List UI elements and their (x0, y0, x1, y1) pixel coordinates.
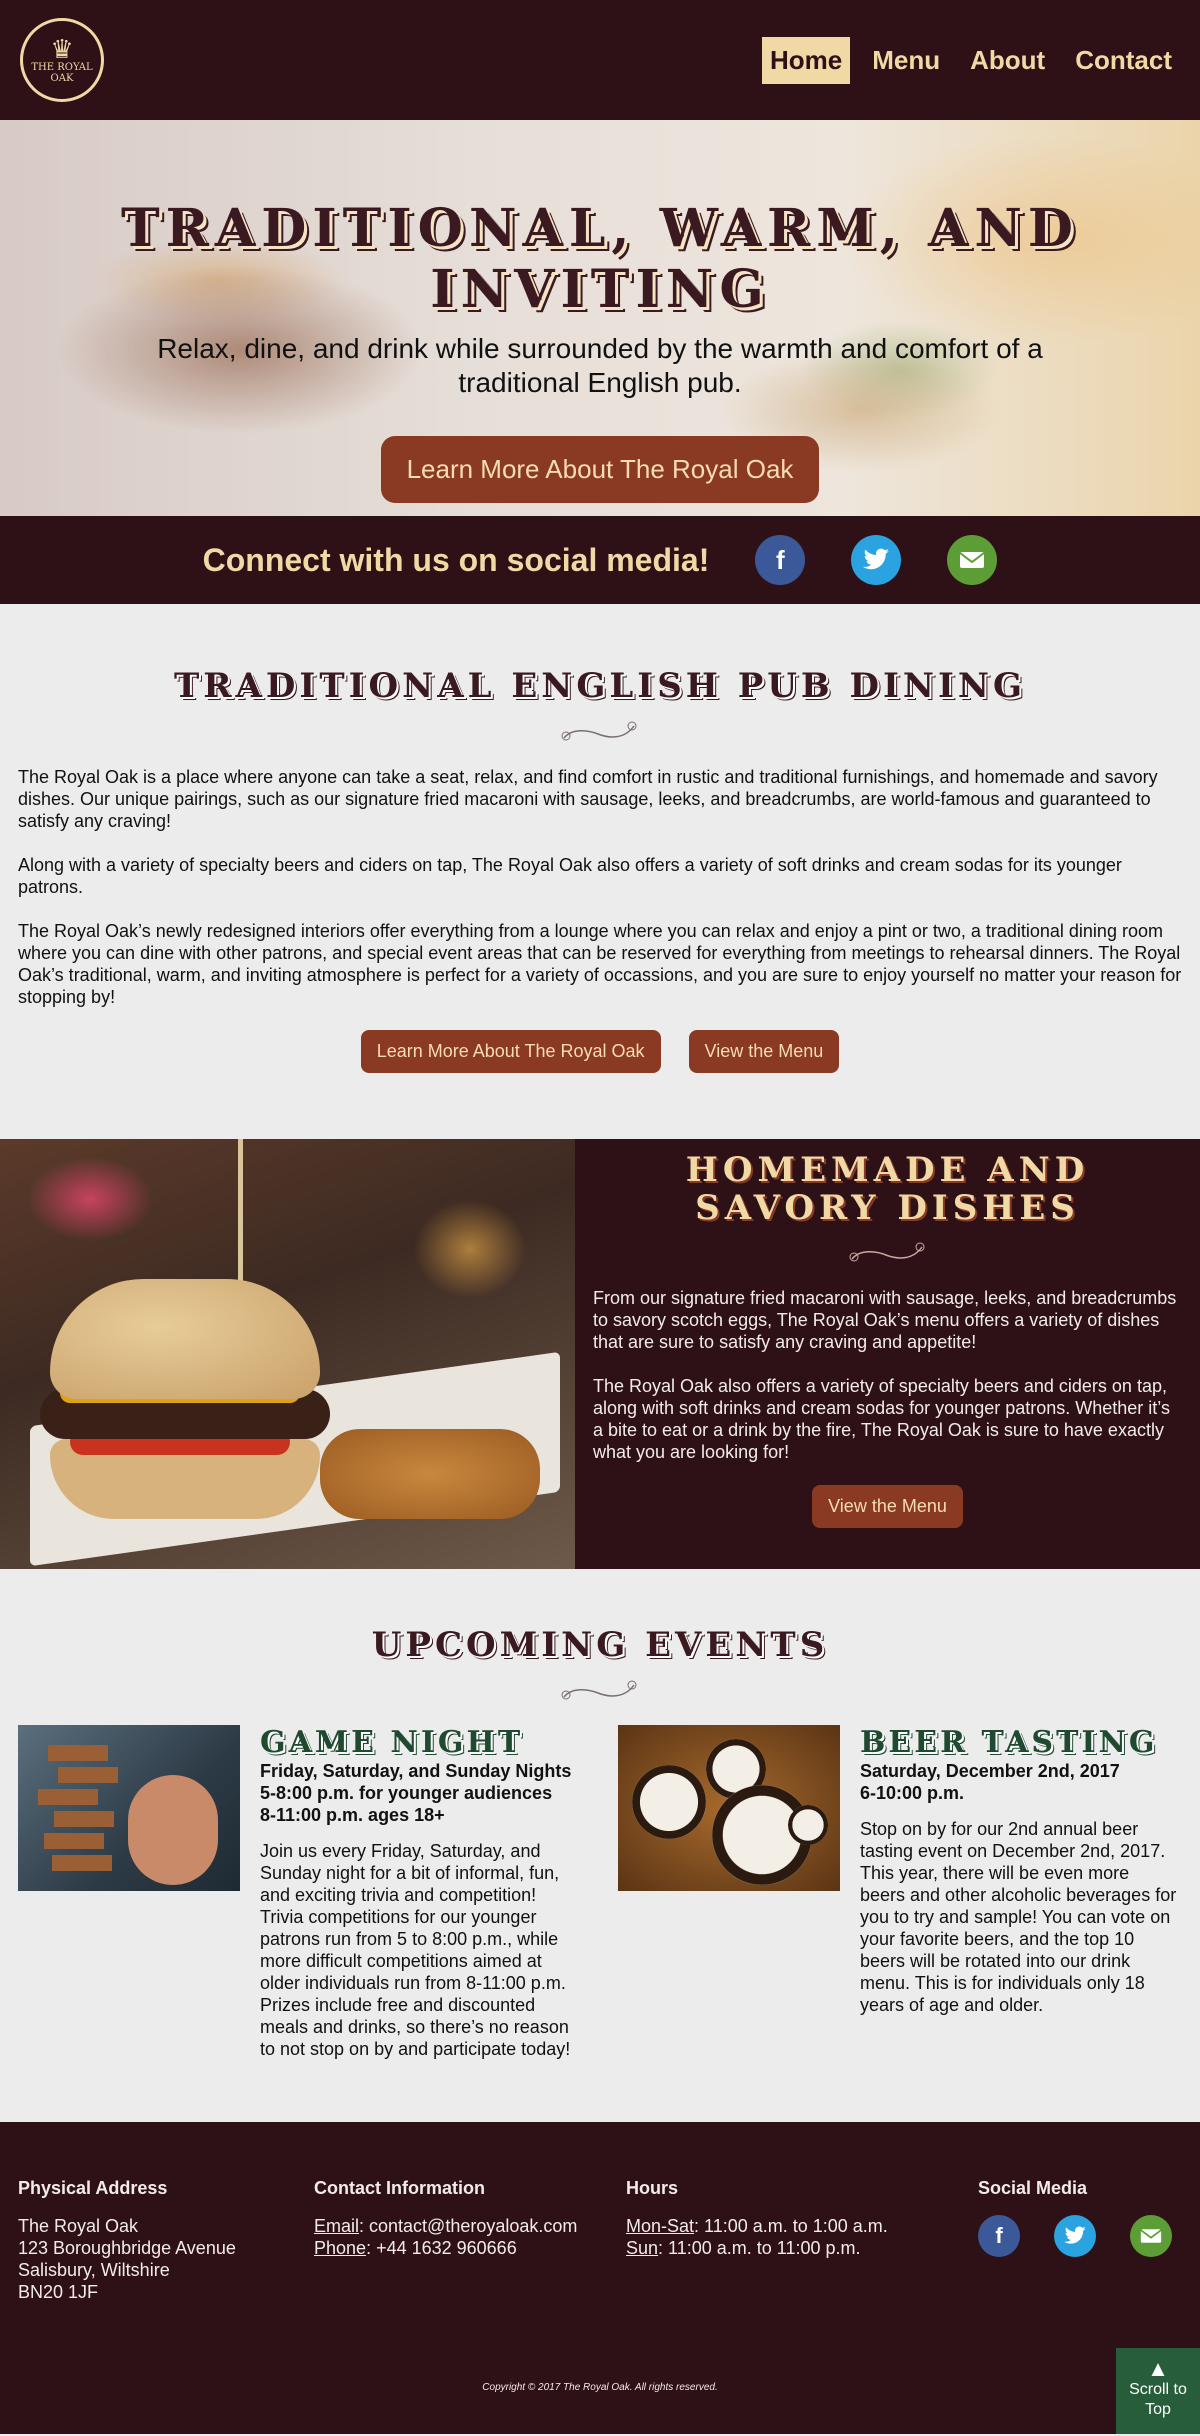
scroll-to-top-button[interactable]: ▲ Scroll to Top (1116, 2348, 1200, 2434)
hours-weekday-label: Mon-Sat (626, 2216, 695, 2236)
copyright-text: Copyright © 2017 The Royal Oak. All righ… (482, 2382, 718, 2393)
event-meta-line: Friday, Saturday, and Sunday Nights (260, 1761, 572, 1781)
event-meta-line: Saturday, December 2nd, 2017 (860, 1761, 1120, 1781)
event-meta-line: 6-10:00 p.m. (860, 1783, 965, 1803)
hours-weekday-value: : 11:00 a.m. to 1:00 a.m. (694, 2216, 888, 2236)
event-description: Join us every Friday, Saturday, and Sund… (260, 1841, 571, 2059)
feature-view-menu-button[interactable]: View the Menu (812, 1485, 963, 1528)
footer-social: Social Media f (978, 2178, 1172, 2303)
feature-section: Homemade and Savory Dishes From our sign… (0, 1139, 1200, 1569)
contact-phone: Phone: +44 1632 960666 (314, 2237, 626, 2259)
events-title: Upcoming Events (371, 1625, 829, 1665)
feature-paragraph-2: The Royal Oak also offers a variety of s… (593, 1376, 1170, 1462)
event-game-night: Game Night Friday, Saturday, and Sunday … (18, 1725, 578, 2060)
beer-tasting-photo (618, 1725, 840, 1891)
nav-menu[interactable]: Menu (864, 37, 948, 84)
crown-icon: ♛ (50, 34, 74, 64)
address-line: 123 Boroughbridge Avenue (18, 2238, 236, 2258)
intro-title: Traditional English Pub Dining (174, 666, 1026, 706)
address-line: The Royal Oak (18, 2216, 139, 2236)
event-title: Game Night (260, 1725, 524, 1760)
site-footer: Physical Address The Royal Oak 123 Borou… (0, 2122, 1200, 2434)
hero-subtitle: Relax, dine, and drink while surrounded … (157, 333, 1043, 398)
event-meta-line: 5-8:00 p.m. for younger audiences (260, 1783, 553, 1803)
nav-about[interactable]: About (962, 37, 1053, 84)
scroll-to-top-label: Scroll to Top (1129, 2381, 1187, 2418)
intro-paragraph-2: Along with a variety of specialty beers … (18, 855, 1122, 897)
facebook-icon[interactable]: f (978, 2215, 1020, 2257)
main-nav: Home Menu About Contact (761, 36, 1180, 84)
hero-title: Traditional, Warm, and Inviting (120, 198, 1079, 320)
hours-sunday-value: : 11:00 a.m. to 11:00 p.m. (658, 2238, 861, 2258)
twitter-icon[interactable] (1054, 2215, 1096, 2257)
footer-heading: Contact Information (314, 2178, 485, 2198)
phone-value: : +44 1632 960666 (366, 2238, 517, 2258)
hero-banner: Traditional, Warm, and Inviting Relax, d… (0, 120, 1200, 516)
intro-paragraph-3: The Royal Oak’s newly redesigned interio… (18, 921, 1182, 1007)
feature-title: Homemade and Savory Dishes (593, 1151, 1182, 1227)
events-section: Upcoming Events Game Night Friday, Satur… (0, 1569, 1200, 2122)
footer-heading: Hours (626, 2178, 679, 2198)
event-description: Stop on by for our 2nd annual beer tasti… (860, 1819, 1177, 2015)
footer-heading: Social Media (978, 2178, 1088, 2198)
event-meta-line: 8-11:00 p.m. ages 18+ (260, 1805, 445, 1825)
site-header: ♛ THE ROYAL OAK Home Menu About Contact (0, 0, 1200, 120)
footer-heading: Physical Address (18, 2178, 168, 2198)
feature-title-line1: Homemade and (685, 1150, 1090, 1190)
flourish-divider-icon (18, 720, 1182, 750)
hero-learn-more-button[interactable]: Learn More About The Royal Oak (380, 436, 820, 503)
footer-hours: Hours Mon-Sat: 11:00 a.m. to 1:00 a.m. S… (626, 2178, 978, 2303)
royal-oak-logo[interactable]: ♛ THE ROYAL OAK (20, 18, 104, 102)
twitter-icon[interactable] (851, 535, 902, 585)
event-title: Beer Tasting (860, 1725, 1158, 1760)
flourish-divider-icon (593, 1241, 1182, 1271)
intro-view-menu-button[interactable]: View the Menu (688, 1030, 840, 1073)
email-icon[interactable] (947, 535, 998, 585)
footer-contact: Contact Information Email: contact@thero… (314, 2178, 626, 2303)
hours-sunday: Sun: 11:00 a.m. to 11:00 p.m. (626, 2237, 978, 2259)
footer-address: Physical Address The Royal Oak 123 Borou… (18, 2178, 314, 2303)
social-bar: Connect with us on social media! f (0, 516, 1200, 604)
up-arrow-icon: ▲ (1147, 2356, 1169, 2381)
logo-text-line2: OAK (50, 73, 74, 84)
email-link[interactable]: Email (314, 2216, 359, 2236)
email-icon[interactable] (1130, 2215, 1172, 2257)
nav-home[interactable]: Home (761, 36, 851, 84)
feature-title-line2: Savory Dishes (695, 1188, 1080, 1228)
facebook-icon[interactable]: f (755, 535, 806, 585)
intro-paragraph-1: The Royal Oak is a place where anyone ca… (18, 767, 1158, 831)
feature-paragraph-1: From our signature fried macaroni with s… (593, 1288, 1177, 1352)
nav-contact[interactable]: Contact (1067, 37, 1180, 84)
flourish-divider-icon (18, 1679, 1182, 1709)
intro-learn-more-button[interactable]: Learn More About The Royal Oak (360, 1030, 661, 1073)
address-line: Salisbury, Wiltshire (18, 2260, 170, 2280)
burger-photo (0, 1139, 575, 1569)
logo-text-line1: THE ROYAL (31, 62, 93, 73)
email-value: : contact@theroyaloak.com (359, 2216, 578, 2236)
contact-email: Email: contact@theroyaloak.com (314, 2215, 626, 2237)
address-line: BN20 1JF (18, 2282, 99, 2302)
event-beer-tasting: Beer Tasting Saturday, December 2nd, 201… (618, 1725, 1178, 2060)
intro-section: Traditional English Pub Dining The Royal… (0, 604, 1200, 1139)
phone-link[interactable]: Phone (314, 2238, 366, 2258)
social-heading: Connect with us on social media! (202, 541, 710, 578)
hours-sunday-label: Sun (626, 2238, 659, 2258)
game-night-photo (18, 1725, 240, 1891)
hours-weekday: Mon-Sat: 11:00 a.m. to 1:00 a.m. (626, 2215, 978, 2237)
